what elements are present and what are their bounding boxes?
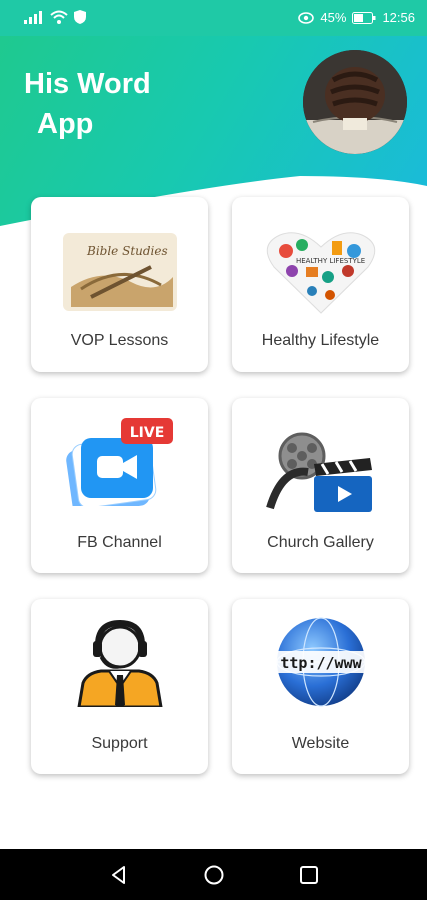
card-vop-lessons[interactable]: Bible Studies VOP Lessons xyxy=(31,197,208,372)
battery-percent: 45% xyxy=(320,10,347,25)
clock: 12:56 xyxy=(382,10,415,25)
app-title-line2: App xyxy=(37,108,94,140)
bible-study-icon: Bible Studies xyxy=(62,233,177,311)
card-label: Church Gallery xyxy=(267,534,374,551)
status-left xyxy=(24,10,86,24)
card-website[interactable]: ttp://www Website xyxy=(232,599,409,774)
live-badge: LIVE xyxy=(129,425,164,441)
recents-icon[interactable] xyxy=(298,864,320,886)
support-agent-icon xyxy=(76,619,163,707)
svg-text:HEALTHY LIFESTYLE: HEALTHY LIFESTYLE xyxy=(296,257,365,265)
app-title-line1: His Word xyxy=(24,68,151,100)
home-icon[interactable] xyxy=(203,864,225,886)
battery-icon xyxy=(352,11,376,24)
app-title: His Word App xyxy=(24,64,174,144)
navigation-bar xyxy=(0,849,427,900)
card-healthy-lifestyle[interactable]: HEALTHY LIFESTYLE Healthy Lifestyle xyxy=(232,197,409,372)
status-bar: 45% 12:56 xyxy=(0,0,427,36)
globe-url-text: ttp://www xyxy=(280,654,362,672)
svg-text:Bible Studies: Bible Studies xyxy=(86,244,168,258)
signal-icon xyxy=(24,11,42,24)
status-right: 45% 12:56 xyxy=(298,10,415,25)
globe-www-icon: ttp://www xyxy=(261,617,380,707)
card-support[interactable]: Support xyxy=(31,599,208,774)
avatar[interactable] xyxy=(303,50,407,154)
card-label: Website xyxy=(291,735,350,752)
card-church-gallery[interactable]: Church Gallery xyxy=(232,398,409,573)
shield-icon xyxy=(74,10,86,24)
card-label: Support xyxy=(91,735,148,752)
eye-comfort-icon xyxy=(298,11,315,24)
live-video-icon: LIVE xyxy=(65,418,173,506)
healthy-heart-icon: HEALTHY LIFESTYLE xyxy=(266,232,375,314)
card-label: FB Channel xyxy=(77,534,162,551)
card-label: VOP Lessons xyxy=(70,332,169,349)
card-label: Healthy Lifestyle xyxy=(261,332,380,349)
card-fb-channel[interactable]: LIVE FB Channel xyxy=(31,398,208,573)
wifi-icon xyxy=(50,10,68,24)
praying-hands-icon xyxy=(303,50,407,154)
film-reel-icon xyxy=(265,432,372,512)
back-icon[interactable] xyxy=(108,864,130,886)
